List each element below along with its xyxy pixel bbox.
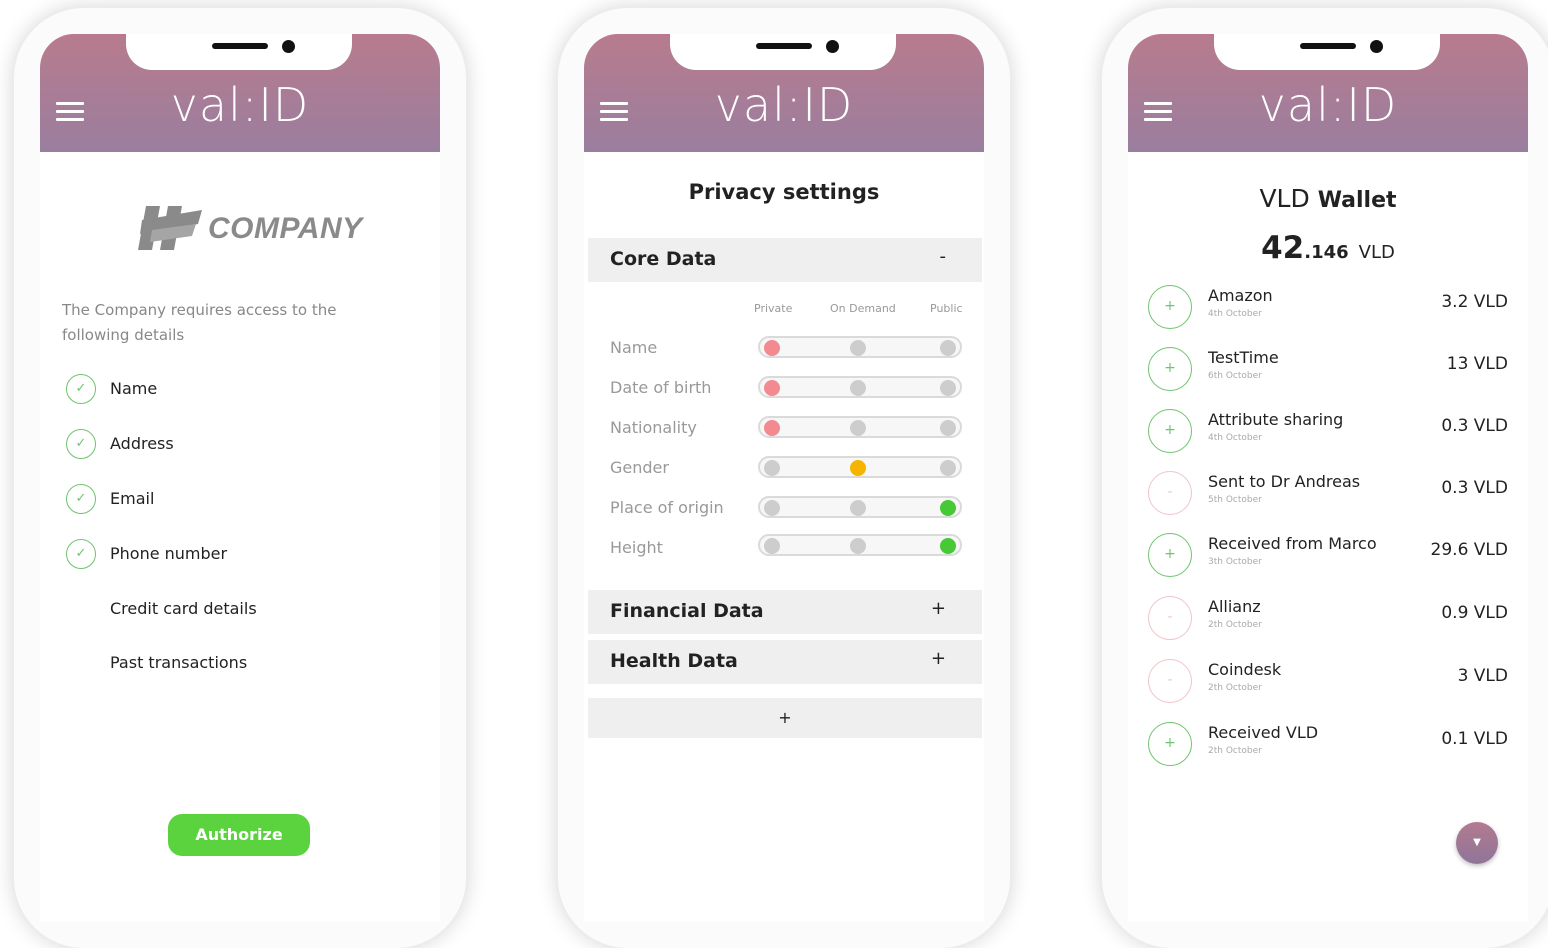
- app-logo: val:ID: [1258, 78, 1398, 132]
- phone-wallet: val:ID VLD Wallet 42.146 VLD + Amazon 4th…: [1102, 8, 1548, 948]
- section-title: Core Data: [610, 248, 717, 270]
- transaction-row[interactable]: + Amazon 4th October 3.2 VLD: [1148, 282, 1508, 332]
- privacy-slider-name[interactable]: [758, 336, 962, 358]
- slider-knob[interactable]: [940, 500, 956, 516]
- field-label: Nationality: [610, 418, 697, 437]
- incoming-icon: +: [1148, 409, 1192, 453]
- section-title: Health Data: [610, 650, 738, 672]
- slider-knob[interactable]: [940, 538, 956, 554]
- outgoing-icon: -: [1148, 471, 1192, 515]
- check-icon: ✓: [66, 484, 96, 514]
- incoming-icon: +: [1148, 722, 1192, 766]
- transaction-row[interactable]: + Received from Marco 3th October 29.6 V…: [1148, 530, 1508, 580]
- slider-knob[interactable]: [764, 380, 780, 396]
- incoming-icon: +: [1148, 347, 1192, 391]
- check-icon: ✓: [66, 539, 96, 569]
- app-header: val:ID: [584, 34, 984, 152]
- section-core-data[interactable]: Core Data -: [588, 238, 982, 282]
- field-label: Name: [610, 338, 658, 357]
- expand-toggle[interactable]: +: [931, 598, 946, 619]
- field-label: Height: [610, 538, 663, 557]
- app-logo: val:ID: [170, 78, 310, 132]
- phone-privacy: val:ID Privacy settings Core Data - Priv…: [558, 8, 1010, 948]
- transaction-row[interactable]: - Sent to Dr Andreas 5th October 0.3 VLD: [1148, 468, 1508, 518]
- company-name: COMPANY: [208, 212, 363, 245]
- privacy-slider-gender[interactable]: [758, 456, 962, 478]
- add-section-button[interactable]: +: [588, 698, 982, 738]
- phone-screen: val:ID VLD Wallet 42.146 VLD + Amazon 4th…: [1128, 34, 1528, 922]
- outgoing-icon: -: [1148, 596, 1192, 640]
- company-logo: COMPANY: [138, 204, 362, 256]
- company-mark-icon: [138, 206, 202, 250]
- slider-knob[interactable]: [764, 340, 780, 356]
- transaction-row[interactable]: + Received VLD 2th October 0.1 VLD: [1148, 719, 1508, 769]
- transaction-row[interactable]: - Allianz 2th October 0.9 VLD: [1148, 593, 1508, 643]
- transaction-row[interactable]: + Attribute sharing 4th October 0.3 VLD: [1148, 406, 1508, 456]
- column-header-public: Public: [930, 302, 963, 315]
- phone-screen: val:ID COMPANY The Company requires acce…: [40, 34, 440, 922]
- app-logo: val:ID: [714, 78, 854, 132]
- column-header-on-demand: On Demand: [830, 302, 896, 315]
- column-header-private: Private: [754, 302, 793, 315]
- field-label: Gender: [610, 458, 669, 477]
- app-header: val:ID: [1128, 34, 1528, 152]
- page-title: VLD Wallet: [1259, 184, 1397, 213]
- privacy-slider-nationality[interactable]: [758, 416, 962, 438]
- slider-knob[interactable]: [764, 420, 780, 436]
- expand-toggle[interactable]: +: [931, 648, 946, 669]
- phone-authorize: val:ID COMPANY The Company requires acce…: [14, 8, 466, 948]
- transaction-row[interactable]: + TestTime 6th October 13 VLD: [1148, 344, 1508, 394]
- section-health-data[interactable]: Health Data +: [588, 640, 982, 684]
- phone-notch: [126, 34, 352, 70]
- transaction-row[interactable]: - Coindesk 2th October 3 VLD: [1148, 656, 1508, 706]
- check-icon: ✓: [66, 374, 96, 404]
- privacy-slider-date-of-birth[interactable]: [758, 376, 962, 398]
- authorize-button[interactable]: Authorize: [168, 814, 310, 856]
- page-title: Privacy settings: [688, 180, 880, 204]
- incoming-icon: +: [1148, 285, 1192, 329]
- outgoing-icon: -: [1148, 659, 1192, 703]
- phone-notch: [670, 34, 896, 70]
- request-text: The Company requires access to the follo…: [62, 301, 337, 344]
- section-financial-data[interactable]: Financial Data +: [588, 590, 982, 634]
- phone-screen: val:ID Privacy settings Core Data - Priv…: [584, 34, 984, 922]
- collapse-toggle[interactable]: -: [940, 246, 947, 267]
- section-title: Financial Data: [610, 600, 764, 622]
- app-header: val:ID: [40, 34, 440, 152]
- field-label: Place of origin: [610, 498, 724, 517]
- chevron-down-icon[interactable]: ▼: [1456, 822, 1498, 864]
- wallet-balance: 42.146 VLD: [1261, 230, 1395, 266]
- phone-notch: [1214, 34, 1440, 70]
- slider-knob[interactable]: [850, 460, 866, 476]
- field-label: Date of birth: [610, 378, 712, 397]
- privacy-slider-place-of-origin[interactable]: [758, 496, 962, 518]
- incoming-icon: +: [1148, 533, 1192, 577]
- privacy-slider-height[interactable]: [758, 534, 962, 556]
- check-icon: ✓: [66, 429, 96, 459]
